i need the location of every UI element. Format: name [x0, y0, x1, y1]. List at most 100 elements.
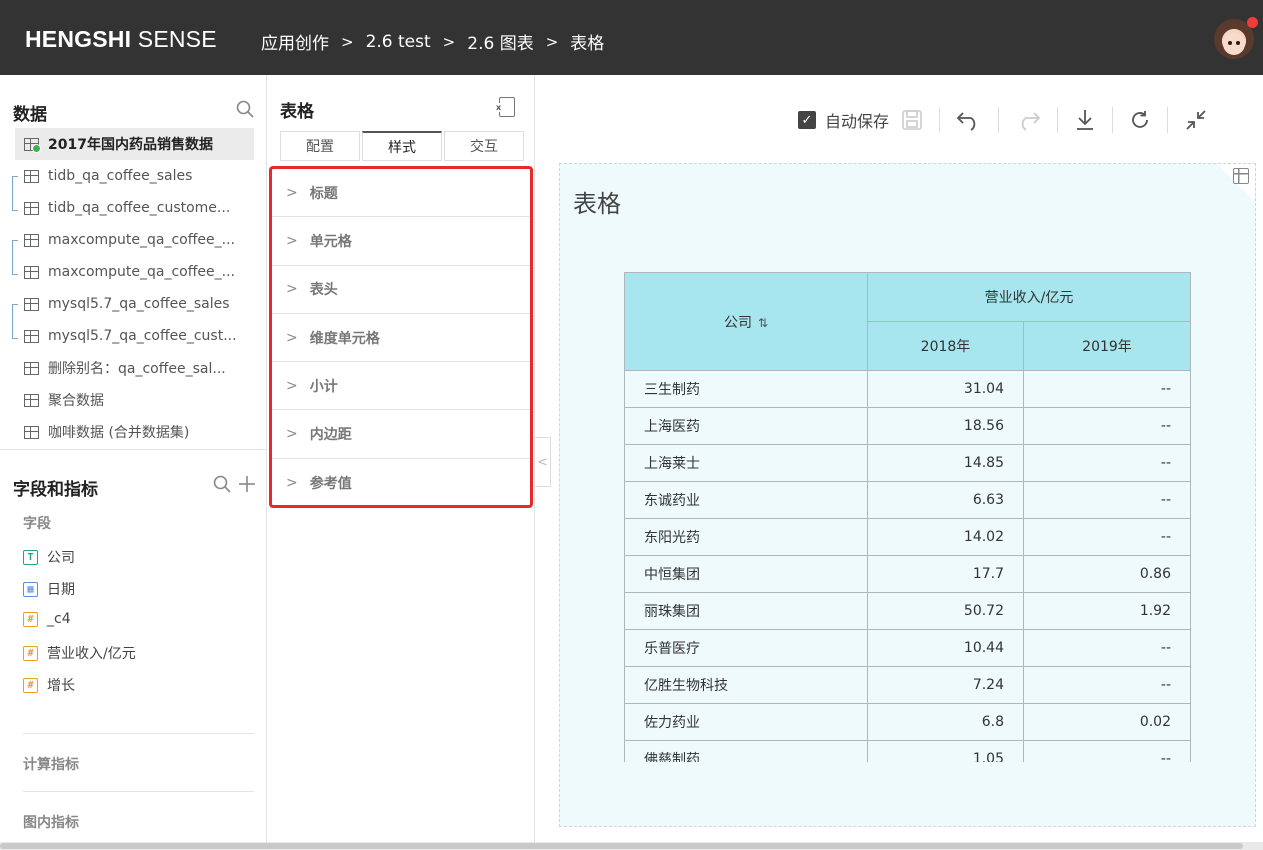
table-icon: [24, 425, 39, 439]
table-row[interactable]: 东阳光药 14.02 --: [624, 518, 1191, 556]
excel-export-icon[interactable]: x: [495, 97, 515, 117]
field-item[interactable]: # _c4: [23, 611, 71, 627]
refresh-icon[interactable]: [1129, 109, 1151, 131]
revenue-cell: 7.24: [867, 666, 1024, 704]
fields-section-title: 字段和指标: [13, 480, 98, 500]
chart-metrics-label[interactable]: 图内指标: [23, 812, 79, 832]
autosave-label[interactable]: 自动保存: [825, 108, 889, 132]
chart-title[interactable]: 表格: [573, 184, 621, 219]
dataset-item[interactable]: tidb_qa_coffee_custome...: [15, 192, 254, 224]
section-cell[interactable]: > 单元格: [272, 217, 530, 266]
section-subtotal[interactable]: > 小计: [272, 362, 530, 411]
chevron-right-icon: >: [286, 329, 298, 346]
chevron-right-icon: >: [286, 232, 298, 249]
fields-group-label: 字段: [23, 516, 51, 532]
dataset-item[interactable]: 咖啡数据 (合并数据集): [15, 416, 254, 448]
dataset-item[interactable]: 删除别名：qa_coffee_sal...: [15, 352, 254, 384]
data-section-title: 数据: [13, 105, 47, 125]
table-row[interactable]: 亿胜生物科技 7.24 --: [624, 666, 1191, 704]
dataset-item[interactable]: maxcompute_qa_coffee_...: [15, 224, 254, 256]
table-row[interactable]: 佐力药业 6.8 0.02: [624, 703, 1191, 741]
column-header-year[interactable]: 2019年: [1023, 321, 1191, 371]
toolbar-separator: [1112, 107, 1114, 133]
data-panel: 数据 2017年国内药品销售数据 tidb_qa_coffee_sales ti…: [0, 75, 267, 850]
brand-logo[interactable]: HENGSHI SENSE: [25, 26, 217, 53]
horizontal-scrollbar[interactable]: [0, 842, 1263, 850]
autosave-checkbox[interactable]: ✓: [798, 111, 816, 129]
section-reference[interactable]: > 参考值: [272, 459, 530, 507]
column-group-header: 营业收入/亿元: [867, 272, 1191, 322]
avatar-eye: [1236, 41, 1240, 45]
breadcrumb-item[interactable]: 2.6 图表: [467, 29, 533, 54]
revenue-cell: 1.05: [867, 740, 1024, 762]
dataset-item[interactable]: tidb_qa_coffee_sales: [15, 160, 254, 192]
field-item[interactable]: T 公司: [23, 547, 75, 567]
breadcrumb-item[interactable]: 2.6 test: [366, 32, 431, 52]
table-row[interactable]: 中恒集团 17.7 0.86: [624, 555, 1191, 593]
table-row[interactable]: 佛慈制药 1.05 --: [624, 740, 1191, 762]
search-icon[interactable]: [213, 475, 231, 493]
add-icon[interactable]: [238, 475, 256, 493]
chevron-right-icon: >: [341, 32, 354, 51]
table-icon: [24, 137, 41, 153]
revenue-cell: 14.85: [867, 444, 1024, 482]
dataset-item[interactable]: 2017年国内药品销售数据: [15, 128, 254, 160]
company-cell: 上海医药: [624, 407, 868, 445]
sort-icon[interactable]: ⇅: [758, 316, 768, 330]
dataset-item[interactable]: 聚合数据: [15, 384, 254, 416]
number-type-icon: #: [23, 677, 38, 693]
collapse-panel-handle[interactable]: <: [535, 437, 551, 487]
company-cell: 上海莱士: [624, 444, 868, 482]
tab-style[interactable]: 样式: [362, 131, 442, 161]
revenue-cell: 10.44: [867, 629, 1024, 667]
top-bar: HENGSHI SENSE 应用创作 > 2.6 test > 2.6 图表 >…: [0, 0, 1263, 75]
column-header-company[interactable]: 公司 ⇅: [624, 272, 868, 371]
scrollbar-thumb[interactable]: [0, 843, 1243, 849]
company-cell: 东诚药业: [624, 481, 868, 519]
save-icon[interactable]: [901, 109, 923, 131]
undo-icon[interactable]: [956, 109, 982, 131]
breadcrumb-item[interactable]: 应用创作: [261, 29, 329, 54]
field-item[interactable]: # 营业收入/亿元: [23, 643, 136, 663]
revenue-cell: --: [1023, 518, 1191, 556]
breadcrumb-current: 表格: [570, 34, 605, 54]
field-item[interactable]: # 增长: [23, 675, 75, 695]
table-icon: [24, 265, 39, 279]
revenue-cell: 31.04: [867, 370, 1024, 408]
field-item[interactable]: ▦ 日期: [23, 579, 75, 599]
table-row[interactable]: 三生制药 31.04 --: [624, 370, 1191, 408]
section-padding[interactable]: > 内边距: [272, 410, 530, 459]
connected-status-icon: [32, 143, 41, 153]
calendar-icon: ▦: [23, 581, 38, 597]
tab-interaction[interactable]: 交互: [444, 131, 524, 161]
table-row[interactable]: 上海医药 18.56 --: [624, 407, 1191, 445]
table-row[interactable]: 丽珠集团 50.72 1.92: [624, 592, 1191, 630]
dataset-item[interactable]: maxcompute_qa_coffee_...: [15, 256, 254, 288]
company-cell: 亿胜生物科技: [624, 666, 868, 704]
table-row[interactable]: 上海莱士 14.85 --: [624, 444, 1191, 482]
company-cell: 三生制药: [624, 370, 868, 408]
search-icon[interactable]: [236, 100, 254, 118]
table-row[interactable]: 东诚药业 6.63 --: [624, 481, 1191, 519]
column-header-year[interactable]: 2018年: [867, 321, 1024, 371]
company-cell: 丽珠集团: [624, 592, 868, 630]
download-icon[interactable]: [1074, 108, 1096, 132]
revenue-cell: --: [1023, 666, 1191, 704]
section-dimension-cell[interactable]: > 维度单元格: [272, 314, 530, 363]
style-sections-highlight: > 标题 > 单元格 > 表头 > 维度单元格 > 小计 > 内边距 > 参考值: [269, 166, 533, 508]
exit-fullscreen-icon[interactable]: [1184, 108, 1208, 132]
tab-config[interactable]: 配置: [280, 131, 360, 161]
dataset-item[interactable]: mysql5.7_qa_coffee_sales: [15, 288, 254, 320]
table-viewport[interactable]: 公司 ⇅ 营业收入/亿元 2018年 2019年 三生制药 31.04 -- 上海医药 1…: [624, 272, 1191, 762]
revenue-cell: --: [1023, 444, 1191, 482]
dataset-item[interactable]: mysql5.7_qa_coffee_cust...: [15, 320, 254, 352]
company-cell: 中恒集团: [624, 555, 868, 593]
table-settings-icon[interactable]: [1233, 168, 1249, 184]
redo-icon[interactable]: [1015, 109, 1041, 131]
calc-metrics-label[interactable]: 计算指标: [23, 754, 79, 774]
table-row[interactable]: 乐普医疗 10.44 --: [624, 629, 1191, 667]
section-title[interactable]: > 标题: [272, 169, 530, 218]
revenue-cell: --: [1023, 407, 1191, 445]
section-header[interactable]: > 表头: [272, 266, 530, 314]
section-divider: [23, 791, 254, 792]
